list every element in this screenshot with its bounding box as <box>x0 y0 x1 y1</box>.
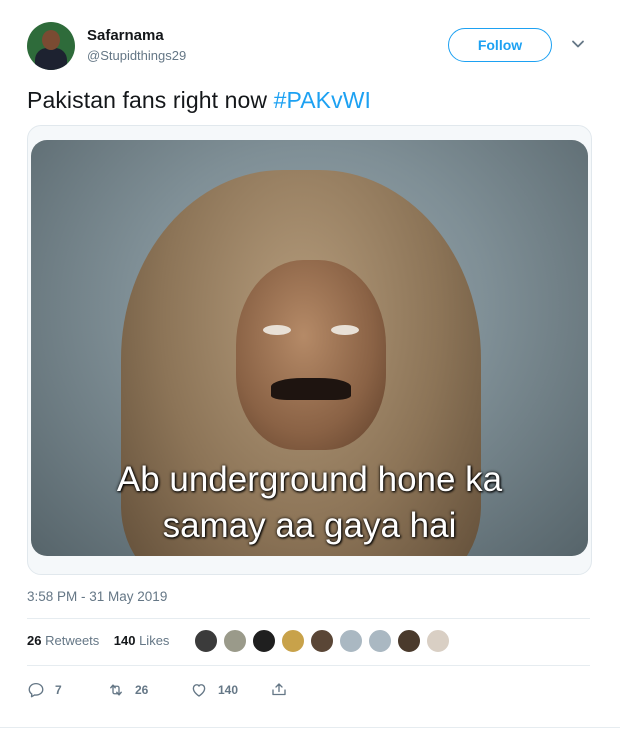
tweet-card: Safarnama @Stupidthings29 Follow Pakista… <box>0 0 620 735</box>
tweet-text-body: Pakistan fans right now <box>27 87 274 113</box>
avatar-head-shape <box>42 30 60 50</box>
image-caption-line2: samay aa gaya hai <box>162 506 457 545</box>
retweet-button[interactable]: 26 <box>107 680 148 700</box>
author-name[interactable]: Safarnama <box>87 27 164 44</box>
engagement-stats: 26 Retweets 140 Likes <box>27 633 169 648</box>
mustache-shape <box>271 378 351 400</box>
likes-count: 140 <box>113 633 136 648</box>
author-handle[interactable]: @Stupidthings29 <box>87 48 186 63</box>
divider <box>27 618 590 619</box>
liker-avatar[interactable] <box>339 629 363 653</box>
retweet-icon <box>110 684 122 696</box>
share-icon <box>272 683 286 696</box>
retweets-count: 26 <box>27 633 42 648</box>
tweet-text: Pakistan fans right now #PAKvWI <box>27 87 371 114</box>
share-button[interactable] <box>270 680 288 700</box>
tweet-media[interactable]: Ab underground hone ka samay aa gaya hai <box>27 125 592 575</box>
reply-icon <box>28 682 44 698</box>
image-caption-line1: Ab underground hone ka <box>116 460 503 499</box>
likes-label: Likes <box>139 633 170 648</box>
liker-avatar[interactable] <box>368 629 392 653</box>
liker-avatar[interactable] <box>194 629 218 653</box>
divider <box>0 727 620 728</box>
liker-avatar[interactable] <box>310 629 334 653</box>
avatar-body-shape <box>35 48 67 70</box>
like-count: 140 <box>218 683 239 697</box>
liker-avatar[interactable] <box>397 629 421 653</box>
left-eye-shape <box>263 325 291 335</box>
liker-avatar[interactable] <box>223 629 247 653</box>
face-shape <box>236 260 386 450</box>
like-button[interactable]: 140 <box>190 680 238 700</box>
divider <box>27 665 590 666</box>
liker-avatar[interactable] <box>281 629 305 653</box>
reply-button[interactable]: 7 <box>27 680 62 700</box>
reply-count: 7 <box>55 683 62 697</box>
likes-stat[interactable]: 140 Likes <box>114 633 170 648</box>
retweets-label: Retweets <box>45 633 100 648</box>
heart-icon <box>192 684 206 697</box>
retweet-count: 26 <box>135 683 149 697</box>
liker-avatar[interactable] <box>426 629 450 653</box>
follow-button[interactable]: Follow <box>448 28 552 62</box>
hashtag-link[interactable]: #PAKvWI <box>274 87 371 113</box>
tweet-actions: 7 26 140 <box>27 680 327 700</box>
right-eye-shape <box>331 325 359 335</box>
retweets-stat[interactable]: 26 Retweets <box>27 633 99 648</box>
chevron-down-icon[interactable] <box>570 36 586 52</box>
timestamp[interactable]: 3:58 PM - 31 May 2019 <box>27 589 167 604</box>
meme-photo: Ab underground hone ka samay aa gaya hai <box>31 140 588 556</box>
author-avatar[interactable] <box>27 22 75 70</box>
liker-avatar[interactable] <box>252 629 276 653</box>
